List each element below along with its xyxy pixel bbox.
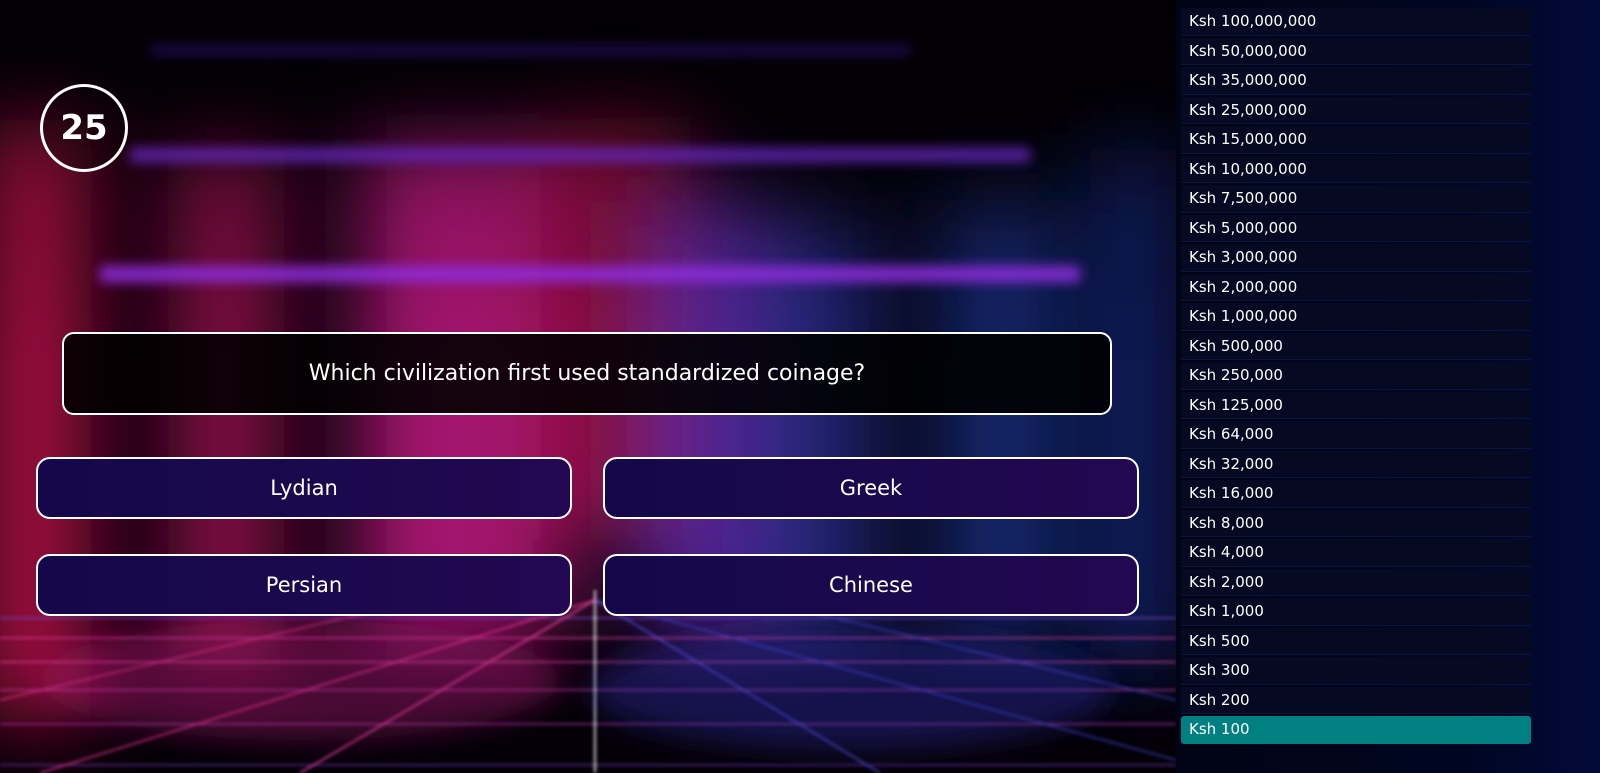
prize-level: Ksh 4,000 <box>1181 539 1531 567</box>
prize-ladder: Ksh 100,000,000 Ksh 50,000,000 Ksh 35,00… <box>1181 8 1531 746</box>
prize-level: Ksh 64,000 <box>1181 421 1531 449</box>
countdown-timer: 25 <box>40 84 128 172</box>
question-box: Which civilization first used standardiz… <box>62 332 1112 415</box>
prize-level: Ksh 5,000,000 <box>1181 214 1531 242</box>
prize-level: Ksh 16,000 <box>1181 480 1531 508</box>
prize-level: Ksh 3,000,000 <box>1181 244 1531 272</box>
prize-level: Ksh 10,000,000 <box>1181 155 1531 183</box>
prize-level-current: Ksh 100 <box>1181 716 1531 744</box>
question-text: Which civilization first used standardiz… <box>308 361 866 386</box>
prize-level: Ksh 200 <box>1181 686 1531 714</box>
prize-level: Ksh 8,000 <box>1181 509 1531 537</box>
answer-button-1[interactable]: Lydian <box>36 457 572 519</box>
answer-label: Lydian <box>270 476 338 500</box>
answer-label: Greek <box>839 476 903 500</box>
prize-level: Ksh 2,000,000 <box>1181 273 1531 301</box>
prize-level: Ksh 7,500,000 <box>1181 185 1531 213</box>
prize-level: Ksh 250,000 <box>1181 362 1531 390</box>
answer-button-3[interactable]: Persian <box>36 554 572 616</box>
prize-ladder-panel: Ksh 100,000,000 Ksh 50,000,000 Ksh 35,00… <box>1176 0 1600 773</box>
answer-label: Persian <box>265 573 343 597</box>
prize-level: Ksh 1,000,000 <box>1181 303 1531 331</box>
prize-level: Ksh 25,000,000 <box>1181 96 1531 124</box>
game-screen: 25 Which civilization first used standar… <box>0 0 1600 773</box>
prize-level: Ksh 15,000,000 <box>1181 126 1531 154</box>
prize-level: Ksh 32,000 <box>1181 450 1531 478</box>
question-area: 25 Which civilization first used standar… <box>0 0 1170 773</box>
prize-level: Ksh 1,000 <box>1181 598 1531 626</box>
prize-level: Ksh 500 <box>1181 627 1531 655</box>
prize-level: Ksh 100,000,000 <box>1181 8 1531 36</box>
prize-level: Ksh 50,000,000 <box>1181 37 1531 65</box>
answer-label: Chinese <box>829 573 913 597</box>
prize-level: Ksh 125,000 <box>1181 391 1531 419</box>
prize-level: Ksh 500,000 <box>1181 332 1531 360</box>
answer-button-4[interactable]: Chinese <box>603 554 1139 616</box>
prize-level: Ksh 2,000 <box>1181 568 1531 596</box>
prize-level: Ksh 35,000,000 <box>1181 67 1531 95</box>
prize-level: Ksh 300 <box>1181 657 1531 685</box>
answer-button-2[interactable]: Greek <box>603 457 1139 519</box>
timer-value: 25 <box>60 108 108 148</box>
